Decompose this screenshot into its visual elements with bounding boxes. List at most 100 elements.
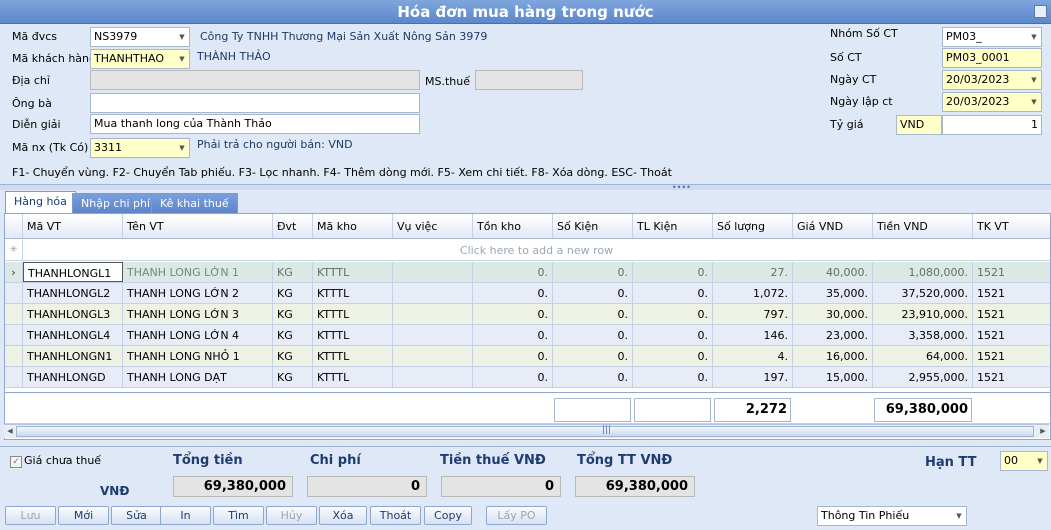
ma-dvcs-input[interactable]: NS3979 ▼ bbox=[90, 27, 190, 47]
table-cell[interactable]: 0. bbox=[553, 262, 633, 282]
sua-button[interactable]: Sửa bbox=[111, 506, 162, 525]
table-row[interactable]: THANHLONGL3 THANH LONG LỚN 3 KG KTTTL 0. 0. 0.… bbox=[5, 304, 1050, 325]
splitter[interactable]: •••• bbox=[0, 184, 1051, 192]
chevron-down-icon[interactable]: ▼ bbox=[177, 28, 187, 46]
table-cell[interactable]: KTTTL bbox=[313, 304, 393, 324]
table-cell[interactable]: 197. bbox=[713, 367, 793, 387]
table-cell[interactable]: 4. bbox=[713, 346, 793, 366]
maximize-button[interactable] bbox=[1034, 5, 1047, 18]
table-cell[interactable]: 0. bbox=[553, 283, 633, 303]
table-cell[interactable]: 0. bbox=[553, 325, 633, 345]
col-header[interactable]: Vụ việc bbox=[393, 214, 473, 238]
table-row[interactable]: THANHLONGL2 THANH LONG LỚN 2 KG KTTTL 0. 0. 0.… bbox=[5, 283, 1050, 304]
chevron-down-icon[interactable]: ▼ bbox=[177, 50, 187, 68]
thong-tin-phieu-select[interactable]: Thông Tin Phiếu ▼ bbox=[817, 506, 967, 526]
col-header[interactable]: Đvt bbox=[273, 214, 313, 238]
row-indicator[interactable] bbox=[5, 346, 23, 366]
table-cell[interactable]: 0. bbox=[553, 304, 633, 324]
table-cell[interactable]: 0. bbox=[473, 367, 553, 387]
table-cell[interactable]: 40,000. bbox=[793, 262, 873, 282]
col-header[interactable]: TK VT bbox=[973, 214, 1050, 238]
table-cell[interactable]: 1,080,000. bbox=[873, 262, 973, 282]
table-cell[interactable]: THANH LONG LỚN 3 bbox=[123, 304, 273, 324]
dien-giai-input[interactable]: Mua thanh long của Thành Thảo bbox=[90, 114, 420, 134]
ms-thue-input[interactable] bbox=[475, 70, 583, 90]
col-header[interactable]: TL Kiện bbox=[633, 214, 713, 238]
table-cell[interactable]: THANHLONGD bbox=[23, 367, 123, 387]
chevron-down-icon[interactable]: ▼ bbox=[1035, 452, 1045, 470]
nhom-so-ct-input[interactable]: PM03_ ▼ bbox=[942, 27, 1042, 47]
table-cell[interactable]: KG bbox=[273, 262, 313, 282]
table-cell[interactable]: 15,000. bbox=[793, 367, 873, 387]
table-cell[interactable]: 0. bbox=[553, 346, 633, 366]
tim-button[interactable]: Tìm bbox=[213, 506, 264, 525]
col-header[interactable]: Tiền VND bbox=[873, 214, 973, 238]
table-cell[interactable]: THANHLONGL3 bbox=[23, 304, 123, 324]
luu-button[interactable]: Lưu bbox=[5, 506, 56, 525]
table-cell[interactable]: 1521 bbox=[973, 304, 1050, 324]
table-cell[interactable]: 16,000. bbox=[793, 346, 873, 366]
table-cell[interactable]: THANH LONG LỚN 4 bbox=[123, 325, 273, 345]
new-row[interactable]: ✳ Click here to add a new row bbox=[5, 240, 1050, 261]
table-cell[interactable]: THANH LONG LỚN 1 bbox=[123, 262, 273, 282]
scroll-right-icon[interactable]: ▶ bbox=[1037, 425, 1049, 438]
table-cell[interactable]: THANHLONGL1 bbox=[23, 262, 123, 282]
new-row-hint[interactable]: Click here to add a new row bbox=[23, 240, 1050, 260]
table-cell[interactable]: KTTTL bbox=[313, 346, 393, 366]
row-indicator[interactable] bbox=[5, 283, 23, 303]
table-cell[interactable]: 1521 bbox=[973, 262, 1050, 282]
chevron-down-icon[interactable]: ▼ bbox=[177, 139, 187, 157]
table-cell[interactable]: THANHLONGL4 bbox=[23, 325, 123, 345]
row-indicator[interactable] bbox=[5, 304, 23, 324]
row-indicator[interactable] bbox=[5, 325, 23, 345]
ong-ba-input[interactable] bbox=[90, 93, 420, 113]
table-cell[interactable]: 23,000. bbox=[793, 325, 873, 345]
ngay-lap-ct-input[interactable]: 20/03/2023 ▼ bbox=[942, 92, 1042, 112]
dia-chi-input[interactable] bbox=[90, 70, 420, 90]
chevron-down-icon[interactable]: ▼ bbox=[1029, 93, 1039, 111]
col-header[interactable]: Số Kiện bbox=[553, 214, 633, 238]
col-header[interactable]: Tên VT bbox=[123, 214, 273, 238]
table-cell[interactable]: KG bbox=[273, 325, 313, 345]
ty-gia-currency[interactable]: VND bbox=[896, 115, 942, 135]
chevron-down-icon[interactable]: ▼ bbox=[954, 507, 964, 525]
in-button[interactable]: In bbox=[160, 506, 211, 525]
table-cell[interactable]: 0. bbox=[473, 325, 553, 345]
table-row[interactable]: › THANHLONGL1 THANH LONG LỚN 1 KG KTTTL 0. 0. 0… bbox=[5, 262, 1050, 283]
table-cell[interactable]: 35,000. bbox=[793, 283, 873, 303]
ty-gia-input[interactable]: 1 bbox=[942, 115, 1042, 135]
table-cell[interactable]: 30,000. bbox=[793, 304, 873, 324]
table-cell[interactable]: 0. bbox=[553, 367, 633, 387]
table-cell[interactable] bbox=[393, 346, 473, 366]
table-cell[interactable]: 0. bbox=[473, 283, 553, 303]
gia-chua-thue-checkbox[interactable]: ✓ bbox=[10, 456, 22, 468]
table-row[interactable]: THANHLONGN1 THANH LONG NHỎ 1 KG KTTTL 0. 0. 0.… bbox=[5, 346, 1050, 367]
chevron-down-icon[interactable]: ▼ bbox=[1029, 28, 1039, 46]
chevron-down-icon[interactable]: ▼ bbox=[1029, 71, 1039, 89]
col-header[interactable]: Mã kho bbox=[313, 214, 393, 238]
lay-po-button[interactable]: Lấy PO bbox=[486, 506, 547, 525]
table-cell[interactable]: KTTTL bbox=[313, 262, 393, 282]
table-cell[interactable]: KTTTL bbox=[313, 325, 393, 345]
table-cell[interactable]: 0. bbox=[633, 346, 713, 366]
table-cell[interactable] bbox=[393, 304, 473, 324]
table-cell[interactable]: 0. bbox=[633, 367, 713, 387]
huy-button[interactable]: Hủy bbox=[266, 506, 317, 525]
ngay-ct-input[interactable]: 20/03/2023 ▼ bbox=[942, 70, 1042, 90]
han-tt-input[interactable]: 00 ▼ bbox=[1000, 451, 1048, 471]
table-cell[interactable]: 0. bbox=[473, 346, 553, 366]
table-cell[interactable]: THANH LONG DẠT bbox=[123, 367, 273, 387]
xoa-button[interactable]: Xóa bbox=[319, 506, 367, 525]
table-cell[interactable] bbox=[393, 367, 473, 387]
table-cell[interactable]: 64,000. bbox=[873, 346, 973, 366]
tab-ke-khai-thue[interactable]: Kê khai thuế bbox=[151, 193, 238, 213]
table-row[interactable]: THANHLONGL4 THANH LONG LỚN 4 KG KTTTL 0. 0. 0.… bbox=[5, 325, 1050, 346]
table-cell[interactable]: THANHLONGN1 bbox=[23, 346, 123, 366]
table-cell[interactable] bbox=[393, 283, 473, 303]
table-cell[interactable]: 27. bbox=[713, 262, 793, 282]
table-cell[interactable]: 37,520,000. bbox=[873, 283, 973, 303]
table-cell[interactable]: 0. bbox=[633, 304, 713, 324]
table-cell[interactable]: 0. bbox=[633, 262, 713, 282]
table-cell[interactable]: 0. bbox=[633, 325, 713, 345]
table-cell[interactable]: 0. bbox=[473, 304, 553, 324]
